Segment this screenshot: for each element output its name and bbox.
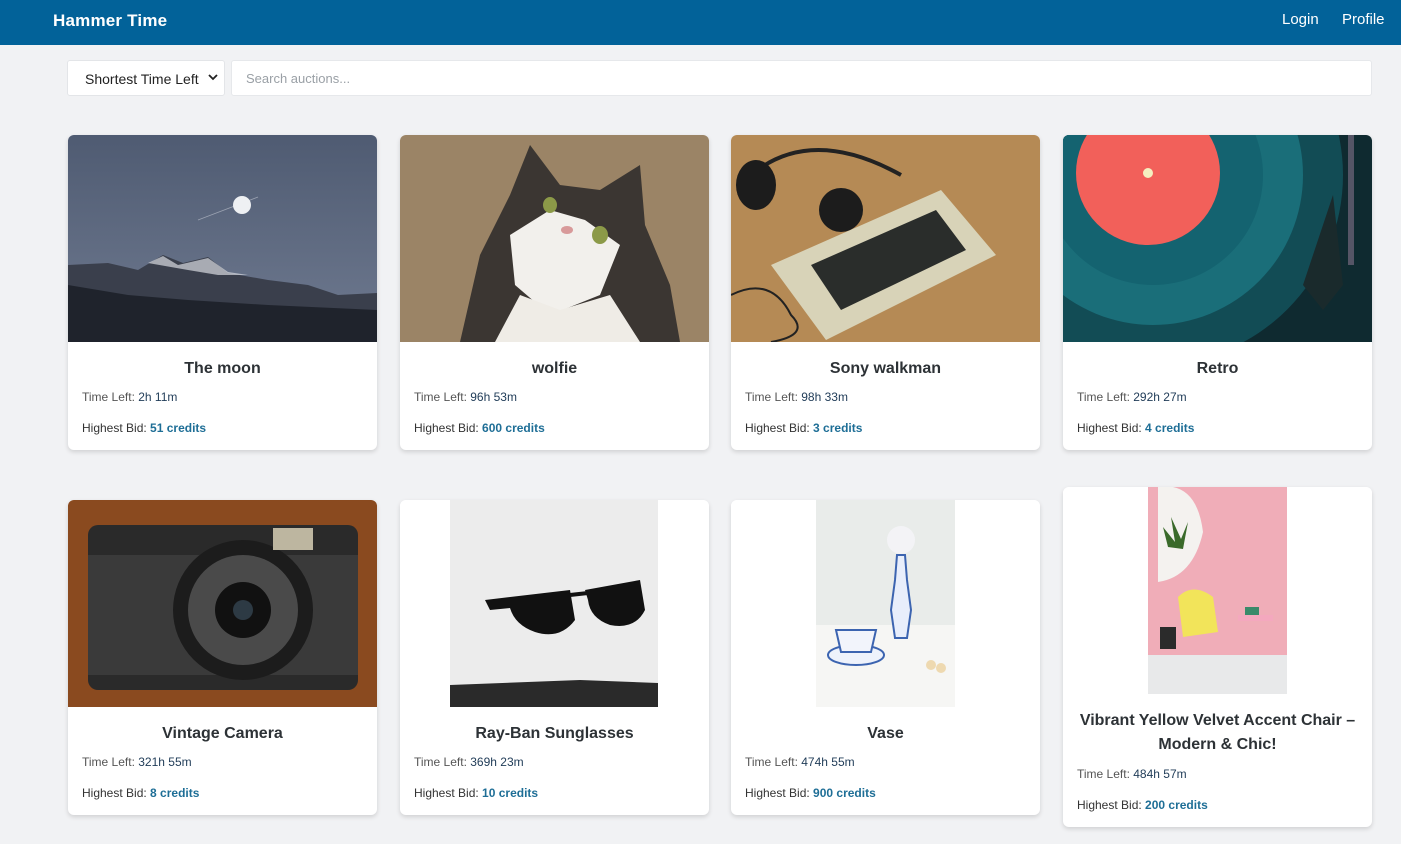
- highest-bid-label: Highest Bid:: [414, 786, 479, 800]
- search-input[interactable]: [231, 60, 1372, 96]
- auction-card[interactable]: Vintage Camera Time Left: 321h 55m Highe…: [68, 500, 377, 815]
- profile-link[interactable]: Profile: [1342, 11, 1385, 28]
- time-left: Time Left: 321h 55m: [82, 755, 192, 769]
- login-link[interactable]: Login: [1282, 11, 1319, 28]
- highest-bid: Highest Bid: 10 credits: [414, 786, 538, 800]
- time-left: Time Left: 484h 57m: [1077, 767, 1187, 781]
- highest-bid-value: 4 credits: [1145, 421, 1195, 435]
- highest-bid-value: 200 credits: [1145, 798, 1208, 812]
- highest-bid: Highest Bid: 8 credits: [82, 786, 199, 800]
- auction-title: wolfie: [531, 360, 578, 377]
- time-left-value: 98h 33m: [801, 390, 848, 404]
- time-left-label: Time Left:: [745, 390, 798, 404]
- time-left-value: 369h 23m: [470, 755, 524, 769]
- time-left-label: Time Left:: [745, 755, 798, 769]
- auction-image-yellow-chair: [1063, 487, 1372, 694]
- highest-bid-label: Highest Bid:: [1077, 798, 1142, 812]
- highest-bid: Highest Bid: 900 credits: [745, 786, 876, 800]
- time-left-value: 474h 55m: [801, 755, 855, 769]
- highest-bid-value: 600 credits: [482, 421, 545, 435]
- auction-card[interactable]: Vibrant Yellow Velvet Accent Chair – Mod…: [1063, 487, 1372, 827]
- time-left-value: 484h 57m: [1133, 767, 1187, 781]
- time-left: Time Left: 292h 27m: [1077, 390, 1187, 404]
- time-left: Time Left: 98h 33m: [745, 390, 848, 404]
- auction-image-camera: [68, 500, 377, 707]
- time-left-value: 321h 55m: [138, 755, 192, 769]
- auction-card[interactable]: wolfie Time Left: 96h 53m Highest Bid: 6…: [400, 135, 709, 450]
- auction-image-vinyl: [1063, 135, 1372, 342]
- brand-logo[interactable]: Hammer Time: [53, 11, 167, 31]
- time-left-label: Time Left:: [414, 755, 467, 769]
- sort-select-value: Shortest Time Left: [85, 71, 199, 87]
- highest-bid-label: Highest Bid:: [82, 421, 147, 435]
- highest-bid-value: 10 credits: [482, 786, 539, 800]
- auction-image-sunglasses: [400, 500, 709, 707]
- highest-bid: Highest Bid: 4 credits: [1077, 421, 1194, 435]
- time-left: Time Left: 96h 53m: [414, 390, 517, 404]
- auction-image-moon: [68, 135, 377, 342]
- auction-image-cat: [400, 135, 709, 342]
- highest-bid: Highest Bid: 51 credits: [82, 421, 206, 435]
- time-left-label: Time Left:: [1077, 390, 1130, 404]
- highest-bid-value: 8 credits: [150, 786, 200, 800]
- auction-image-vase: [731, 500, 1040, 707]
- auction-title: The moon: [184, 360, 261, 377]
- time-left-label: Time Left:: [414, 390, 467, 404]
- highest-bid-value: 51 credits: [150, 421, 207, 435]
- auction-card[interactable]: Sony walkman Time Left: 98h 33m Highest …: [731, 135, 1040, 450]
- chevron-down-icon: [208, 70, 218, 87]
- time-left-label: Time Left:: [1077, 767, 1130, 781]
- highest-bid: Highest Bid: 3 credits: [745, 421, 862, 435]
- time-left-label: Time Left:: [82, 755, 135, 769]
- auction-title: Sony walkman: [829, 360, 942, 377]
- highest-bid-label: Highest Bid:: [745, 786, 810, 800]
- navbar: Hammer Time Login Profile: [0, 0, 1401, 45]
- time-left: Time Left: 369h 23m: [414, 755, 524, 769]
- time-left-label: Time Left:: [82, 390, 135, 404]
- time-left: Time Left: 474h 55m: [745, 755, 855, 769]
- auction-image-walkman: [731, 135, 1040, 342]
- auction-card[interactable]: Vase Time Left: 474h 55m Highest Bid: 90…: [731, 500, 1040, 815]
- time-left-value: 96h 53m: [470, 390, 517, 404]
- auction-card[interactable]: Ray-Ban Sunglasses Time Left: 369h 23m H…: [400, 500, 709, 815]
- time-left-value: 2h 11m: [138, 390, 178, 404]
- highest-bid-value: 900 credits: [813, 786, 876, 800]
- auction-card[interactable]: Retro Time Left: 292h 27m Highest Bid: 4…: [1063, 135, 1372, 450]
- highest-bid: Highest Bid: 600 credits: [414, 421, 545, 435]
- highest-bid: Highest Bid: 200 credits: [1077, 798, 1208, 812]
- time-left: Time Left: 2h 11m: [82, 390, 177, 404]
- auction-card[interactable]: The moon Time Left: 2h 11m Highest Bid: …: [68, 135, 377, 450]
- highest-bid-label: Highest Bid:: [82, 786, 147, 800]
- auction-title: Retro: [1196, 360, 1239, 377]
- auction-title: Vase: [867, 725, 904, 742]
- auction-title: Vibrant Yellow Velvet Accent Chair – Mod…: [1079, 712, 1356, 753]
- highest-bid-value: 3 credits: [813, 421, 863, 435]
- highest-bid-label: Highest Bid:: [1077, 421, 1142, 435]
- time-left-value: 292h 27m: [1133, 390, 1187, 404]
- highest-bid-label: Highest Bid:: [414, 421, 479, 435]
- highest-bid-label: Highest Bid:: [745, 421, 810, 435]
- auction-title: Vintage Camera: [162, 725, 283, 742]
- sort-select[interactable]: Shortest Time Left: [67, 60, 225, 96]
- auction-title: Ray-Ban Sunglasses: [475, 725, 634, 742]
